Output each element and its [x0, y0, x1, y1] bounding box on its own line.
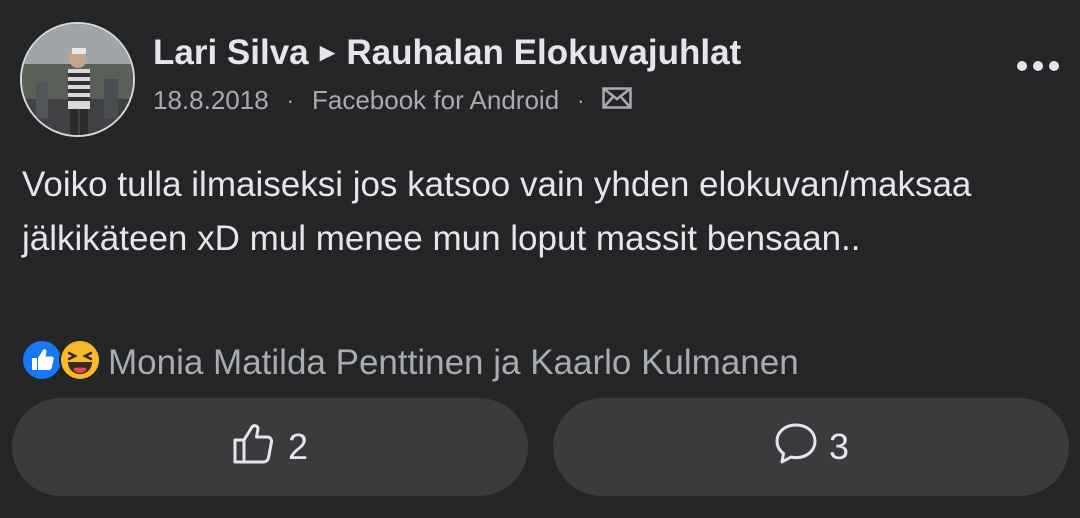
more-options-icon[interactable] — [1016, 48, 1060, 72]
reactions-names: Monia Matilda Penttinen ja Kaarlo Kulman… — [108, 342, 799, 382]
post-body-text: Voiko tulla ilmaiseksi jos katsoo vain y… — [22, 165, 972, 258]
thumbs-up-icon — [232, 421, 278, 474]
separator-dot: · — [286, 87, 294, 113]
separator-dot: · — [577, 87, 585, 113]
target-page-name[interactable]: Rauhalan Elokuvajuhlat — [346, 33, 741, 72]
author-avatar[interactable] — [20, 22, 135, 137]
envelope-icon — [602, 85, 633, 116]
avatar-photo — [22, 24, 133, 135]
post-meta: 18.8.2018 · Facebook for Android · — [153, 85, 633, 116]
comment-button[interactable]: 3 — [553, 398, 1069, 496]
haha-reaction-icon — [58, 338, 102, 387]
like-count: 2 — [287, 426, 309, 467]
post-date[interactable]: 18.8.2018 — [153, 85, 269, 116]
post-header-title: Lari Silva ► Rauhalan Elokuvajuhlat — [153, 33, 741, 73]
shared-to-arrow: ► — [314, 37, 341, 67]
author-name[interactable]: Lari Silva — [153, 33, 309, 72]
comment-bubble-icon — [773, 421, 819, 474]
post-source: Facebook for Android — [312, 85, 560, 115]
like-button[interactable]: 2 — [12, 398, 528, 496]
comment-count: 3 — [828, 426, 850, 467]
reactions-summary[interactable]: Monia Matilda Penttinen ja Kaarlo Kulman… — [20, 338, 799, 387]
